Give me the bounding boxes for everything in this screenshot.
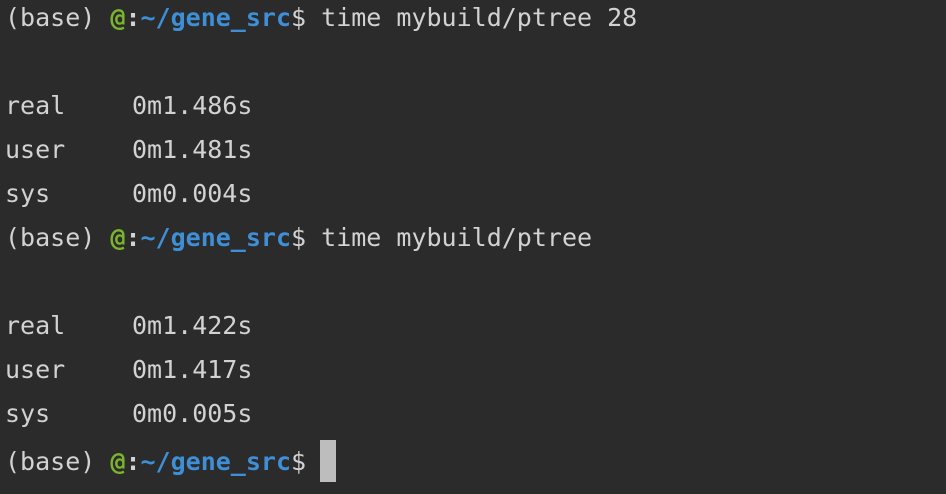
prompt-line: (base) @:~/gene_src$ time mybuild/ptree … [5,0,946,44]
timing-value: 0m0.004s [132,179,253,208]
prompt-dollar: $ [291,223,307,252]
timing-label: real [5,91,66,120]
prompt-colon: : [125,223,141,252]
timing-row-user: user 0m1.417s [5,352,946,396]
prompt-path: ~/gene_src [140,223,292,252]
prompt-dollar: $ [291,3,307,32]
terminal-window[interactable]: (base) @:~/gene_src$ time mybuild/ptree … [0,0,946,494]
prompt-path: ~/gene_src [140,3,292,32]
prompt-dollar: $ [291,447,307,476]
timing-value: 0m1.422s [132,311,253,340]
timing-label: user [5,135,66,164]
text-cursor[interactable] [320,440,337,482]
conda-env-label: (base) [5,447,96,476]
timing-label: real [5,311,66,340]
timing-row-user: user 0m1.481s [5,132,946,176]
timing-row-sys: sys 0m0.004s [5,176,946,220]
prompt-path: ~/gene_src [140,447,292,476]
timing-row-sys: sys 0m0.005s [5,396,946,440]
timing-row-real: real 0m1.422s [5,308,946,352]
timing-value: 0m1.481s [132,135,253,164]
conda-env-label: (base) [5,223,96,252]
prompt-line-current[interactable]: (base) @:~/gene_src$ [5,440,946,484]
timing-row-real: real 0m1.486s [5,88,946,132]
timing-label: sys [5,399,51,428]
prompt-colon: : [125,3,141,32]
prompt-at: @ [110,3,126,32]
command-text: time mybuild/ptree 28 [321,3,638,32]
prompt-line: (base) @:~/gene_src$ time mybuild/ptree [5,220,946,264]
timing-value: 0m1.486s [132,91,253,120]
conda-env-label: (base) [5,3,96,32]
timing-value: 0m0.005s [132,399,253,428]
prompt-at: @ [110,447,126,476]
timing-label: sys [5,179,51,208]
prompt-at: @ [110,223,126,252]
prompt-colon: : [125,447,141,476]
timing-label: user [5,355,66,384]
timing-value: 0m1.417s [132,355,253,384]
command-text: time mybuild/ptree [321,223,593,252]
